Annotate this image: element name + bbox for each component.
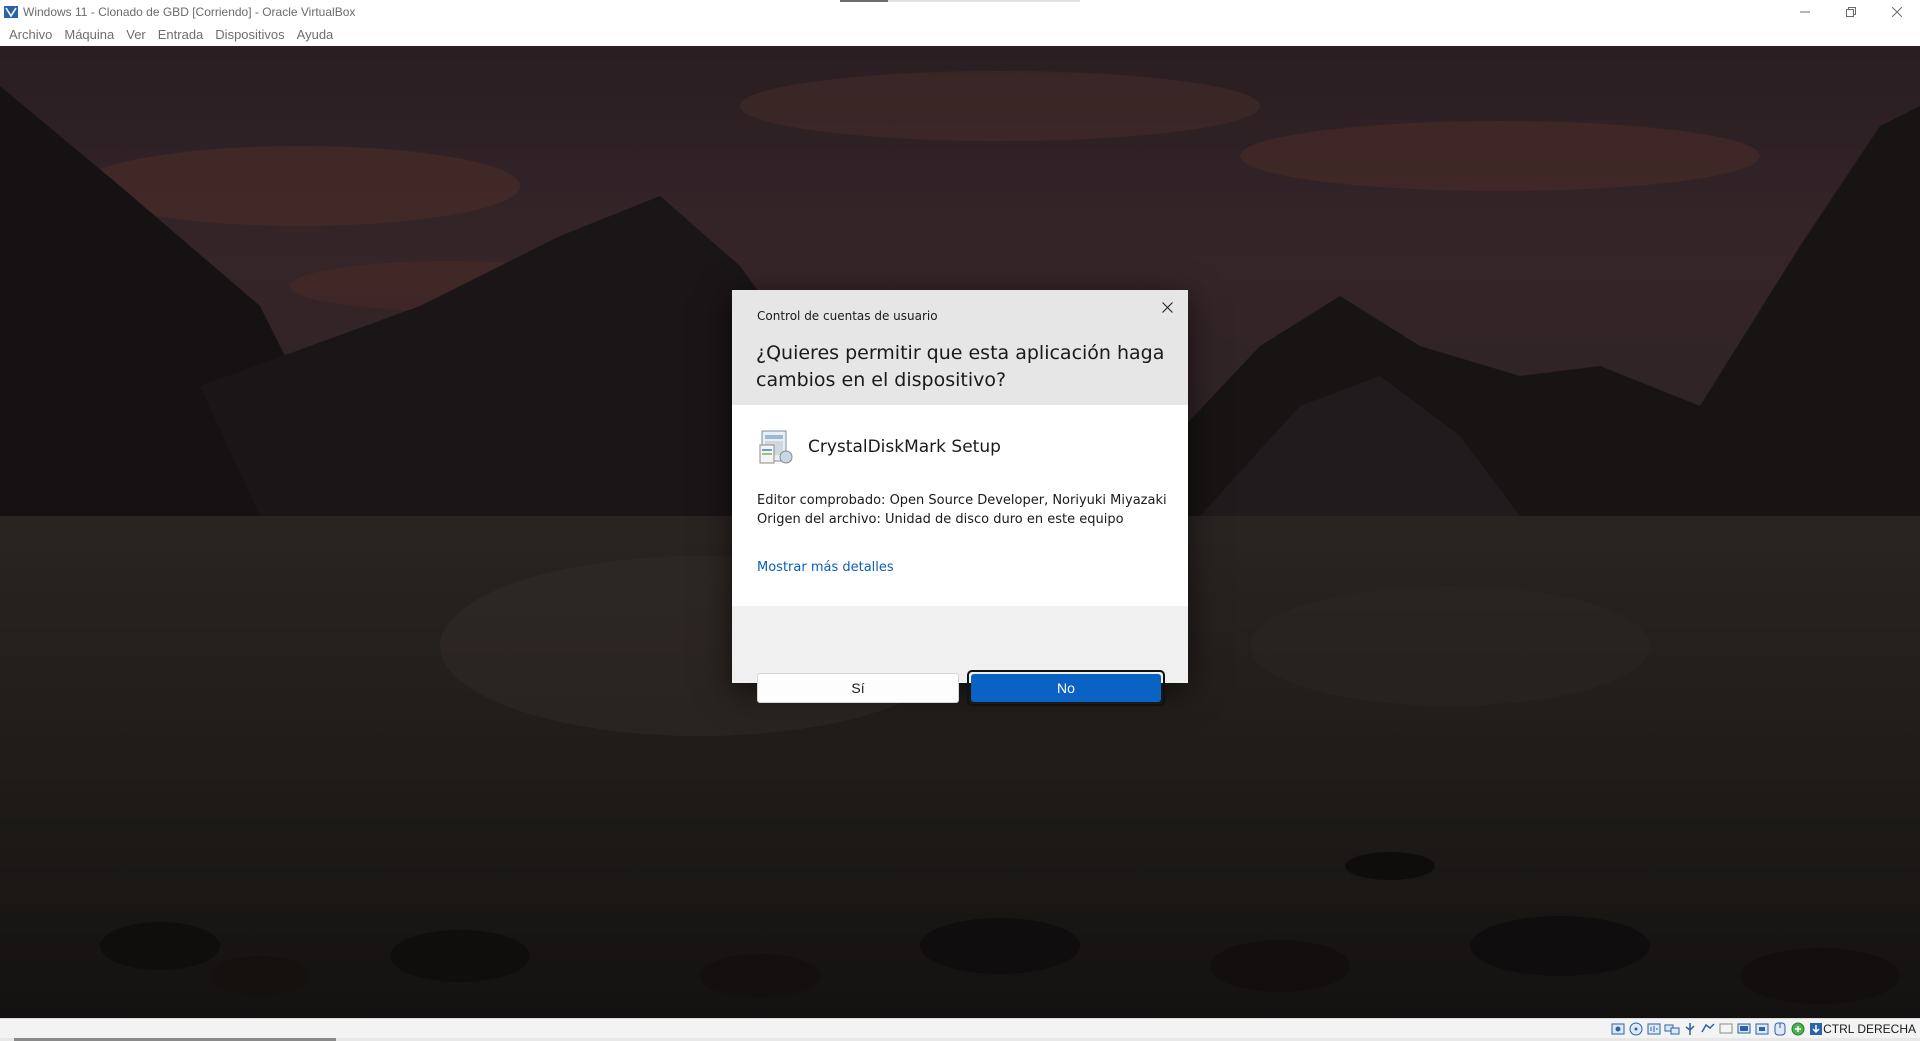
video-capture-icon[interactable] <box>1736 1021 1752 1037</box>
menu-maquina[interactable]: Máquina <box>59 27 119 42</box>
uac-close-button[interactable] <box>1156 296 1178 318</box>
optical-drive-icon[interactable] <box>1628 1021 1644 1037</box>
usb-icon[interactable] <box>1682 1021 1698 1037</box>
installer-icon <box>759 430 793 464</box>
no-button-focus-ring: No <box>967 670 1165 706</box>
status-icons <box>1610 1021 1824 1037</box>
uac-file-origin: Origen del archivo: Unidad de disco duro… <box>757 512 1124 527</box>
menu-archivo[interactable]: Archivo <box>4 27 57 42</box>
menu-entrada[interactable]: Entrada <box>153 27 209 42</box>
restore-icon <box>1846 6 1856 17</box>
uac-app-row: CrystalDiskMark Setup <box>756 427 1001 467</box>
uac-publisher: Editor comprobado: Open Source Developer… <box>757 493 1167 508</box>
display-icon[interactable] <box>1718 1021 1734 1037</box>
title-bar: Windows 11 - Clonado de GBD [Corriendo] … <box>0 0 1920 23</box>
window-title: Windows 11 - Clonado de GBD [Corriendo] … <box>23 4 356 19</box>
uac-question: ¿Quieres permitir que esta aplicación ha… <box>756 342 1165 391</box>
menu-ayuda[interactable]: Ayuda <box>292 27 339 42</box>
uac-caption: Control de cuentas de usuario <box>757 309 938 323</box>
shared-folders-icon[interactable] <box>1700 1021 1716 1037</box>
virtualbox-icon <box>4 5 18 18</box>
no-button[interactable]: No <box>971 674 1161 702</box>
show-more-details-link[interactable]: Mostrar más detalles <box>757 560 894 575</box>
title-progress-strip <box>840 0 1080 2</box>
hard-disk-icon[interactable] <box>1610 1021 1626 1037</box>
menu-ver[interactable]: Ver <box>121 27 151 42</box>
close-icon <box>1892 6 1902 17</box>
menu-dispositivos[interactable]: Dispositivos <box>210 27 289 42</box>
close-icon <box>1161 301 1173 313</box>
close-button[interactable] <box>1874 0 1920 23</box>
arrow-down-icon[interactable] <box>1808 1021 1824 1037</box>
minimize-button[interactable] <box>1782 0 1828 23</box>
host-key-label: CTRL DERECHA <box>1823 1022 1916 1036</box>
restore-button[interactable] <box>1828 0 1874 23</box>
mouse-integration-icon[interactable] <box>1772 1021 1788 1037</box>
status-bar: CTRL DERECHA <box>0 1018 1920 1041</box>
uac-dialog: Control de cuentas de usuario ¿Quieres p… <box>732 290 1188 683</box>
menu-bar: Archivo Máquina Ver Entrada Dispositivos… <box>0 23 1920 46</box>
uac-app-name: CrystalDiskMark Setup <box>808 437 1001 457</box>
yes-button[interactable]: Sí <box>757 673 959 703</box>
network-icon[interactable] <box>1664 1021 1680 1037</box>
minimize-icon <box>1800 11 1810 12</box>
recording-icon[interactable] <box>1754 1021 1770 1037</box>
keyboard-icon[interactable] <box>1790 1021 1806 1037</box>
audio-icon[interactable] <box>1646 1021 1662 1037</box>
